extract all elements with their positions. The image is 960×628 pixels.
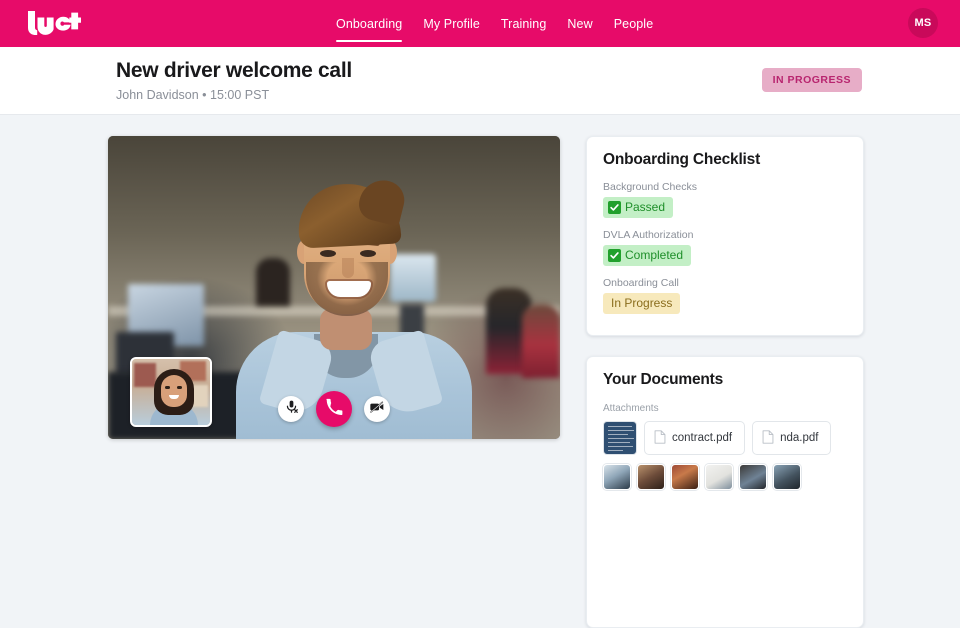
nav-item-new[interactable]: New	[567, 0, 592, 47]
attachments-row: contract.pdf nda.pdf	[603, 421, 863, 455]
photo-thumbnails-row	[603, 464, 863, 490]
checklist-items: Background Checks Passed DVLA Authorizat…	[603, 181, 863, 314]
self-view-eye-right	[177, 386, 182, 389]
check-mark-icon	[608, 249, 621, 262]
file-icon	[762, 429, 774, 447]
self-view-eye-left	[165, 386, 170, 389]
checklist-item-label: Onboarding Call	[603, 277, 679, 289]
checklist-item-background-checks: Background Checks Passed	[603, 181, 863, 218]
main-navigation: Onboarding My Profile Training New Peopl…	[336, 0, 653, 47]
page-header: New driver welcome call John Davidson • …	[0, 47, 960, 115]
status-chip-passed: Passed	[603, 197, 674, 218]
status-badge: IN PROGRESS	[761, 68, 862, 92]
page-subtitle: John Davidson • 15:00 PST	[116, 88, 270, 102]
documents-title: Your Documents	[603, 371, 724, 388]
call-controls	[108, 391, 560, 427]
status-chip-label: Passed	[625, 200, 666, 214]
phone-icon	[325, 398, 343, 421]
checklist-item-label: DVLA Authorization	[603, 229, 694, 241]
checklist-title: Onboarding Checklist	[603, 151, 761, 168]
document-preview-thumbnail[interactable]	[603, 421, 637, 455]
nav-item-label: Onboarding	[336, 16, 403, 31]
nav-item-people[interactable]: People	[614, 0, 654, 47]
photo-thumbnail-4[interactable]	[705, 464, 733, 490]
nav-item-label: My Profile	[423, 16, 480, 31]
photo-thumbnail-6[interactable]	[773, 464, 801, 490]
photo-thumbnail-5[interactable]	[739, 464, 767, 490]
your-documents-panel: Your Documents Attachments contract.pdf	[586, 356, 864, 628]
participant-eye-left	[320, 250, 336, 257]
nav-item-label: Training	[500, 16, 547, 31]
microphone-muted-icon	[284, 399, 299, 419]
attachments-label: Attachments	[603, 403, 659, 414]
mute-microphone-button[interactable]	[278, 396, 304, 422]
status-chip-completed: Completed	[603, 245, 692, 266]
top-navigation-bar: Onboarding My Profile Training New Peopl…	[0, 0, 960, 47]
onboarding-checklist-panel: Onboarding Checklist Background Checks P…	[586, 136, 864, 336]
checklist-item-label: Background Checks	[603, 181, 697, 193]
nav-item-label: People	[613, 16, 654, 31]
file-name: nda.pdf	[780, 432, 819, 444]
checklist-item-dvla-authorization: DVLA Authorization Completed	[603, 229, 863, 266]
self-view-decor-1	[134, 363, 156, 387]
page-header-text: New driver welcome call John Davidson • …	[116, 59, 352, 102]
photo-thumbnail-2[interactable]	[637, 464, 665, 490]
camera-off-icon	[369, 399, 385, 420]
file-name: contract.pdf	[672, 432, 733, 444]
participant-smile	[327, 281, 371, 297]
file-chip-nda-pdf[interactable]: nda.pdf	[752, 421, 832, 455]
nav-item-my-profile[interactable]: My Profile	[423, 0, 480, 47]
avatar[interactable]: MS	[908, 8, 938, 38]
status-chip-label: In Progress	[611, 296, 673, 310]
page-title: New driver welcome call	[116, 59, 352, 82]
photo-thumbnail-1[interactable]	[603, 464, 631, 490]
nav-item-label: New	[567, 16, 593, 31]
stop-video-button[interactable]	[364, 396, 390, 422]
video-call-panel[interactable]	[108, 136, 560, 439]
nav-item-onboarding[interactable]: Onboarding	[336, 0, 403, 47]
participant-eye-right	[360, 250, 376, 257]
file-icon	[654, 429, 666, 447]
file-chip-contract-pdf[interactable]: contract.pdf	[644, 421, 746, 455]
participant-nose	[342, 258, 354, 278]
photo-thumbnail-3[interactable]	[671, 464, 699, 490]
lyft-logo[interactable]	[26, 8, 82, 38]
status-chip-in-progress: In Progress	[603, 293, 681, 314]
check-mark-icon	[608, 201, 621, 214]
status-chip-label: Completed	[625, 248, 684, 262]
checklist-item-onboarding-call: Onboarding Call In Progress	[603, 277, 863, 314]
nav-item-training[interactable]: Training	[501, 0, 547, 47]
hangup-button[interactable]	[316, 391, 352, 427]
